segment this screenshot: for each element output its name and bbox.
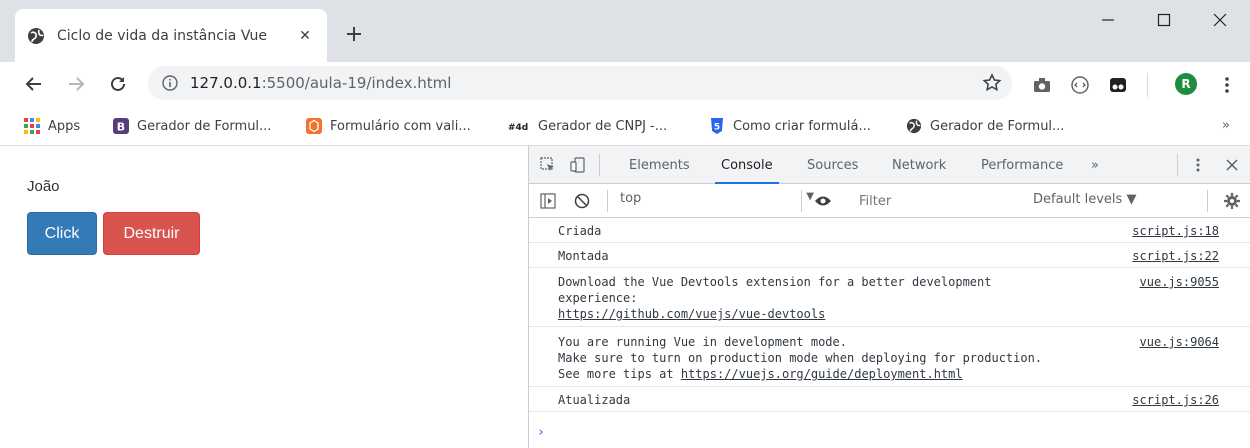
devtools-separator bbox=[1177, 154, 1178, 176]
bookmark-4devs[interactable]: #4d Gerador de CNPJ -... bbox=[508, 116, 667, 136]
console-message: Download the Vue Devtools extension for … bbox=[529, 268, 1250, 327]
devtools-separator bbox=[599, 154, 600, 176]
tab-title: Ciclo de vida da instância Vue bbox=[57, 28, 267, 44]
forward-icon[interactable] bbox=[62, 70, 90, 98]
bookmark-codepen[interactable]: Formulário com vali... bbox=[306, 116, 471, 136]
close-tab-icon[interactable]: ✕ bbox=[295, 26, 315, 46]
tab-elements[interactable]: Elements bbox=[629, 146, 690, 184]
bookmark-apps[interactable]: Apps bbox=[24, 116, 80, 136]
globe-icon bbox=[28, 28, 44, 44]
devtools-link[interactable]: https://github.com/vuejs/vue-devtools bbox=[558, 306, 825, 322]
click-button[interactable]: Click bbox=[27, 212, 97, 255]
console-toolbar: top ▼ Default levels ▼ bbox=[529, 184, 1250, 218]
svg-text:B: B bbox=[117, 121, 125, 134]
browser-toolbar: 127.0.0.1:5500/aula-19/index.html R bbox=[0, 62, 1250, 106]
source-link[interactable]: script.js:18 bbox=[1132, 223, 1219, 239]
camera-extension-icon[interactable] bbox=[1031, 74, 1053, 96]
source-link[interactable]: vue.js:9055 bbox=[1140, 274, 1219, 290]
destroy-button[interactable]: Destruir bbox=[103, 212, 200, 255]
bookmarks-bar: Apps B Gerador de Formul... Formulário c… bbox=[0, 106, 1250, 146]
console-messages: Criada script.js:18 Montada script.js:22… bbox=[529, 218, 1250, 448]
toolbar-separator bbox=[1147, 73, 1148, 97]
4devs-icon: #4d bbox=[508, 118, 530, 134]
apps-grid-icon bbox=[24, 118, 40, 134]
inspect-element-icon[interactable] bbox=[539, 156, 557, 174]
address-bar[interactable]: 127.0.0.1:5500/aula-19/index.html bbox=[148, 66, 1012, 100]
new-tab-icon[interactable] bbox=[340, 20, 368, 48]
eye-icon[interactable] bbox=[813, 192, 833, 210]
browser-tab[interactable]: Ciclo de vida da instância Vue ✕ bbox=[15, 9, 327, 63]
close-window-icon[interactable] bbox=[1197, 0, 1243, 40]
clear-console-icon[interactable] bbox=[573, 192, 591, 210]
reload-icon[interactable] bbox=[104, 70, 132, 98]
globe-icon bbox=[906, 118, 922, 134]
devtools-separator bbox=[607, 190, 608, 212]
html5-icon: 5 bbox=[709, 118, 725, 134]
bookmark-star-icon[interactable] bbox=[982, 73, 1002, 93]
maximize-icon[interactable] bbox=[1141, 0, 1187, 40]
info-icon[interactable] bbox=[162, 75, 178, 91]
console-message: You are running Vue in development mode.… bbox=[529, 327, 1250, 387]
bookmark-globe[interactable]: Gerador de Formul... bbox=[906, 116, 1064, 136]
devtools-tab-bar: Elements Console Sources Network Perform… bbox=[529, 146, 1250, 184]
page-viewport: João Click Destruir bbox=[0, 146, 528, 448]
menu-kebab-icon[interactable] bbox=[1216, 74, 1238, 96]
devtools-panel: Elements Console Sources Network Perform… bbox=[528, 146, 1250, 448]
incognito-extension-icon[interactable] bbox=[1107, 74, 1129, 96]
devtools-separator bbox=[1207, 190, 1208, 212]
tab-sources[interactable]: Sources bbox=[807, 146, 858, 184]
back-icon[interactable] bbox=[20, 70, 48, 98]
console-prompt-icon[interactable]: › bbox=[537, 425, 545, 440]
profile-avatar[interactable]: R bbox=[1175, 73, 1197, 95]
svg-text:#4d: #4d bbox=[508, 123, 528, 132]
bookmark-html5[interactable]: 5 Como criar formulá... bbox=[709, 116, 871, 136]
name-text: João bbox=[27, 178, 60, 195]
codepen-orange-icon bbox=[306, 118, 322, 134]
tab-performance[interactable]: Performance bbox=[981, 146, 1063, 184]
source-link[interactable]: script.js:26 bbox=[1132, 392, 1219, 408]
tab-network[interactable]: Network bbox=[892, 146, 946, 184]
console-message: Criada script.js:18 bbox=[529, 218, 1250, 243]
console-message: Montada script.js:22 bbox=[529, 243, 1250, 268]
close-devtools-icon[interactable] bbox=[1223, 156, 1241, 174]
log-levels-dropdown[interactable]: Default levels ▼ bbox=[1033, 192, 1136, 207]
bookmark-bootstrap[interactable]: B Gerador de Formul... bbox=[113, 116, 271, 136]
url-text: 127.0.0.1:5500/aula-19/index.html bbox=[190, 74, 452, 92]
source-link[interactable]: vue.js:9064 bbox=[1140, 334, 1219, 350]
sidebar-toggle-icon[interactable] bbox=[539, 192, 557, 210]
device-toolbar-icon[interactable] bbox=[569, 156, 587, 174]
minimize-icon[interactable] bbox=[1085, 0, 1131, 40]
context-selector[interactable]: top ▼ bbox=[620, 191, 820, 211]
devtools-menu-icon[interactable] bbox=[1191, 156, 1205, 174]
devtools-extension-icon[interactable] bbox=[1069, 74, 1091, 96]
bootstrap-icon: B bbox=[113, 118, 129, 134]
tab-console[interactable]: Console bbox=[715, 146, 779, 184]
console-message: Atualizada script.js:26 bbox=[529, 387, 1250, 412]
svg-text:5: 5 bbox=[714, 123, 720, 133]
devtools-separator bbox=[801, 190, 802, 212]
bookmarks-overflow-icon[interactable]: » bbox=[1222, 118, 1230, 133]
gear-icon[interactable] bbox=[1223, 192, 1241, 210]
filter-input[interactable] bbox=[849, 189, 997, 213]
source-link[interactable]: script.js:22 bbox=[1132, 248, 1219, 264]
more-tabs-icon[interactable]: » bbox=[1091, 146, 1099, 184]
tab-strip: Ciclo de vida da instância Vue ✕ bbox=[0, 0, 1250, 63]
deployment-link[interactable]: https://vuejs.org/guide/deployment.html bbox=[681, 367, 963, 381]
